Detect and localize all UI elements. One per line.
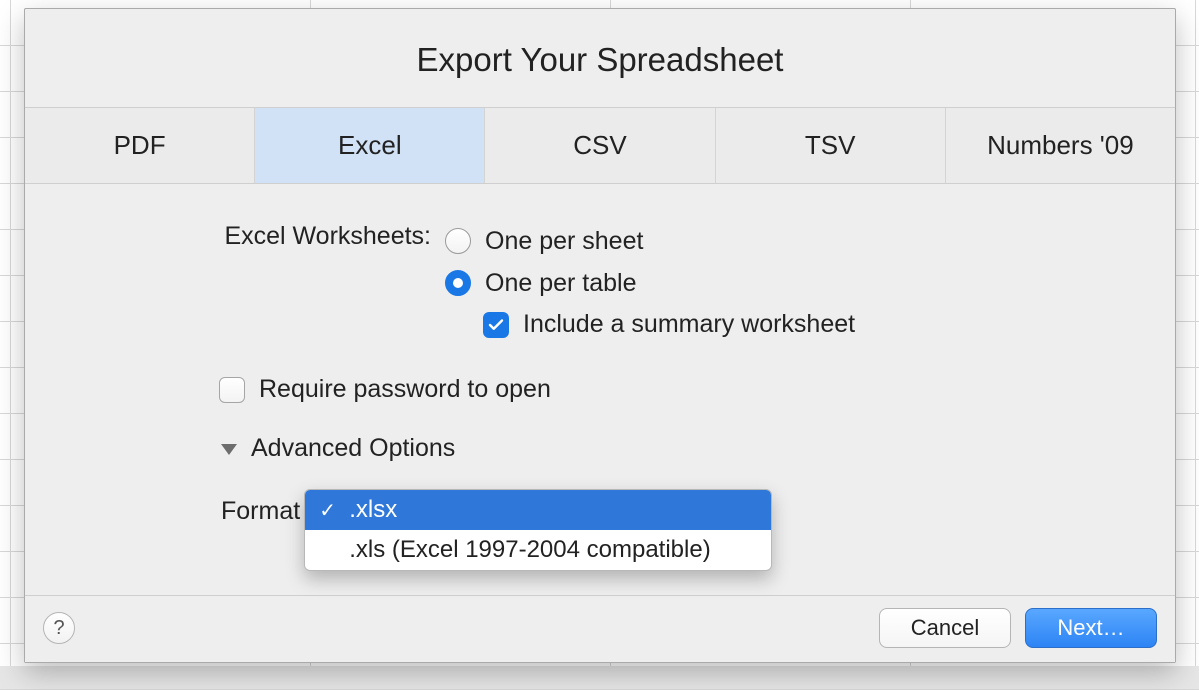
option-label: .xlsx [349,496,397,524]
advanced-options-toggle[interactable]: Advanced Options [221,434,1135,463]
worksheets-label: Excel Worksheets: [65,220,445,251]
radio-label: One per table [485,269,637,298]
radio-icon [445,228,471,254]
tab-excel[interactable]: Excel [255,108,485,183]
radio-icon [445,270,471,296]
radio-one-per-sheet[interactable]: One per sheet [445,220,855,262]
checkbox-label: Require password to open [259,375,551,404]
disclosure-triangle-icon [221,444,237,455]
export-dialog: Export Your Spreadsheet PDF Excel CSV TS… [24,8,1176,663]
tab-numbers09[interactable]: Numbers '09 [946,108,1175,183]
checkbox-include-summary[interactable]: Include a summary worksheet [483,310,855,339]
checkmark-icon: ✓ [319,498,349,523]
tab-tsv[interactable]: TSV [716,108,946,183]
tab-csv[interactable]: CSV [485,108,715,183]
next-button[interactable]: Next… [1025,608,1157,648]
checkbox-require-password[interactable]: Require password to open [219,375,1135,404]
help-button[interactable]: ? [43,612,75,644]
dialog-footer: ? Cancel Next… [25,595,1175,662]
checkbox-label: Include a summary worksheet [523,310,855,339]
option-label: .xls (Excel 1997-2004 compatible) [349,536,711,564]
dialog-body: Excel Worksheets: One per sheet One per … [25,184,1175,595]
checkbox-icon [483,312,509,338]
format-dropdown-menu[interactable]: ✓ .xlsx .xls (Excel 1997-2004 compatible… [304,489,772,571]
cancel-button[interactable]: Cancel [879,608,1011,648]
format-option-xls[interactable]: .xls (Excel 1997-2004 compatible) [305,530,771,570]
dialog-title: Export Your Spreadsheet [25,9,1175,108]
format-option-xlsx[interactable]: ✓ .xlsx [305,490,771,530]
radio-label: One per sheet [485,227,643,256]
radio-one-per-table[interactable]: One per table [445,262,855,304]
tab-pdf[interactable]: PDF [25,108,255,183]
format-label: Format [221,493,300,526]
tab-bar: PDF Excel CSV TSV Numbers '09 [25,108,1175,184]
advanced-options-label: Advanced Options [251,434,455,463]
checkbox-icon [219,377,245,403]
